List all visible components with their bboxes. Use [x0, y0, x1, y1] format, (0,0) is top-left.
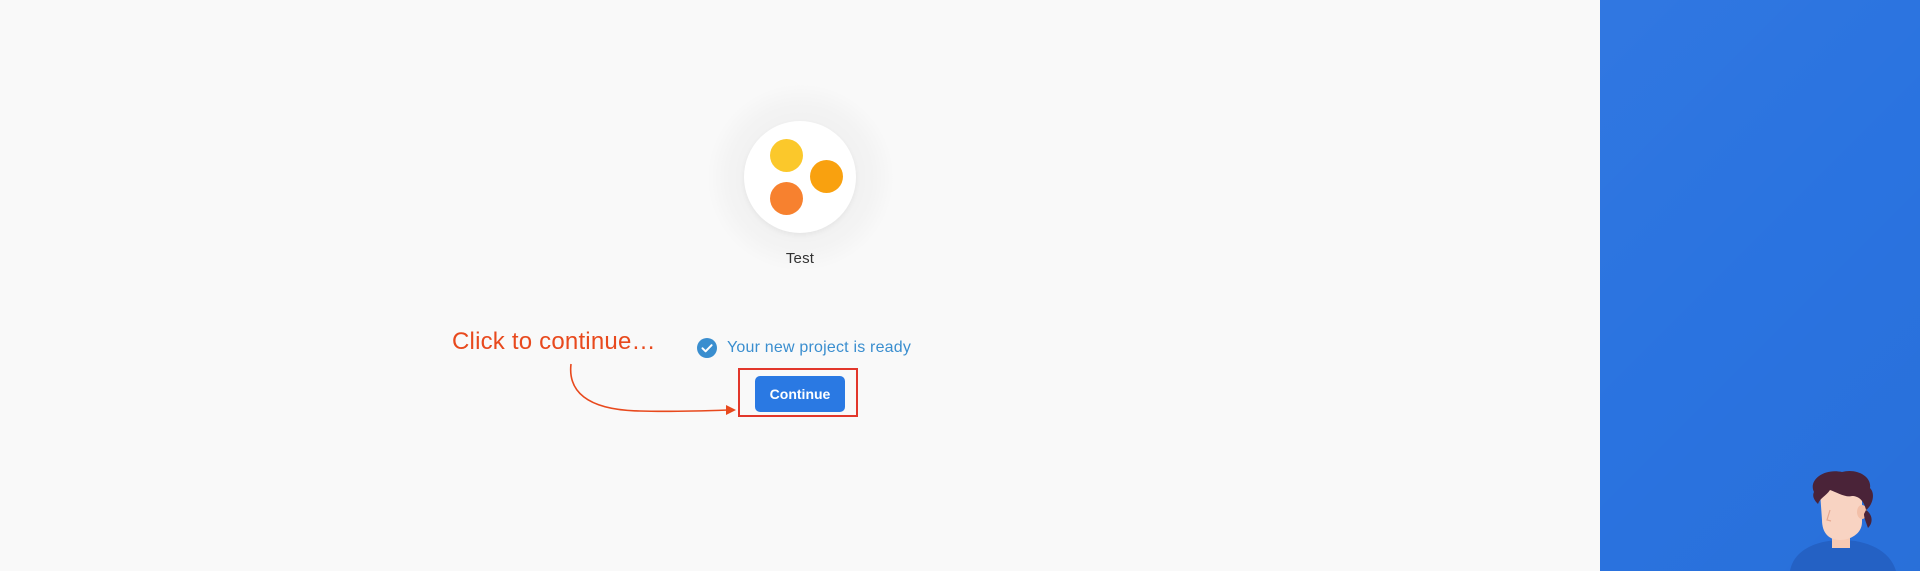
- annotation-arrow-icon: [569, 363, 736, 415]
- status-message: Your new project is ready: [697, 337, 911, 359]
- check-circle-icon: [697, 338, 717, 358]
- side-panel: [1600, 0, 1920, 571]
- project-logo: [744, 121, 856, 233]
- logo-dot-amber: [810, 160, 843, 193]
- person-illustration: [1790, 470, 1896, 571]
- status-text: Your new project is ready: [727, 339, 912, 356]
- logo-dot-orange: [770, 182, 803, 215]
- logo-dot-yellow: [770, 139, 803, 172]
- annotation-text: Click to continue…: [452, 328, 656, 355]
- project-name: Test: [785, 250, 815, 267]
- continue-button[interactable]: Continue: [755, 376, 845, 412]
- main-content: Test Click to continue… Your new project…: [0, 0, 1600, 571]
